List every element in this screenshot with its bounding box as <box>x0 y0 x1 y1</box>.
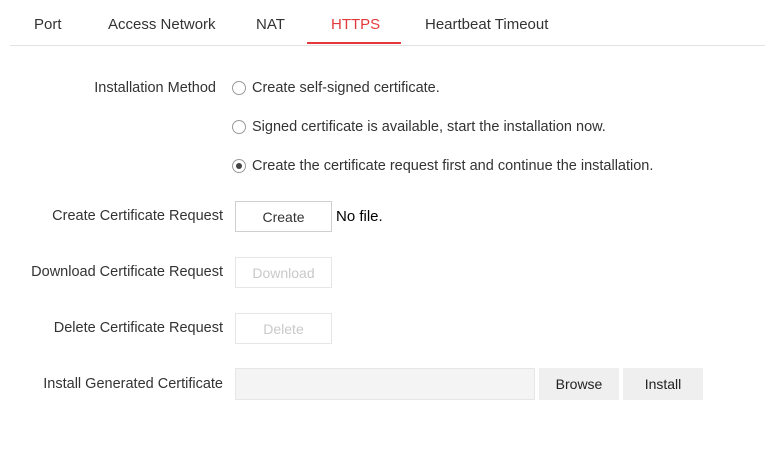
install-generated-label: Install Generated Certificate <box>43 376 223 392</box>
radio-button[interactable] <box>232 81 246 95</box>
create-request-label: Create Certificate Request <box>52 208 223 224</box>
active-tab-indicator <box>307 42 401 44</box>
file-status: No file. <box>336 208 383 225</box>
tab-port[interactable]: Port <box>34 0 62 45</box>
delete-button[interactable]: Delete <box>235 313 332 344</box>
delete-request-label: Delete Certificate Request <box>53 320 223 336</box>
download-request-label: Download Certificate Request <box>31 264 223 280</box>
create-button[interactable]: Create <box>235 201 332 232</box>
radio-self-signed[interactable]: Create self-signed certificate. <box>232 80 440 96</box>
certificate-file-input[interactable] <box>235 368 535 400</box>
tab-https[interactable]: HTTPS <box>331 0 380 45</box>
radio-signed-available[interactable]: Signed certificate is available, start t… <box>232 119 606 135</box>
radio-button-selected[interactable] <box>232 159 246 173</box>
radio-button[interactable] <box>232 120 246 134</box>
install-button[interactable]: Install <box>623 368 703 400</box>
tab-bar: Port Access Network NAT HTTPS Heartbeat … <box>10 0 765 46</box>
download-button[interactable]: Download <box>235 257 332 288</box>
radio-create-request-first[interactable]: Create the certificate request first and… <box>232 158 653 174</box>
radio-label: Signed certificate is available, start t… <box>252 119 606 135</box>
tab-access-network[interactable]: Access Network <box>108 0 216 45</box>
installation-method-label: Installation Method <box>94 80 216 96</box>
radio-label: Create self-signed certificate. <box>252 80 440 96</box>
tab-nat[interactable]: NAT <box>256 0 285 45</box>
browse-button[interactable]: Browse <box>539 368 619 400</box>
tab-heartbeat-timeout[interactable]: Heartbeat Timeout <box>425 0 548 45</box>
radio-label: Create the certificate request first and… <box>252 158 654 174</box>
